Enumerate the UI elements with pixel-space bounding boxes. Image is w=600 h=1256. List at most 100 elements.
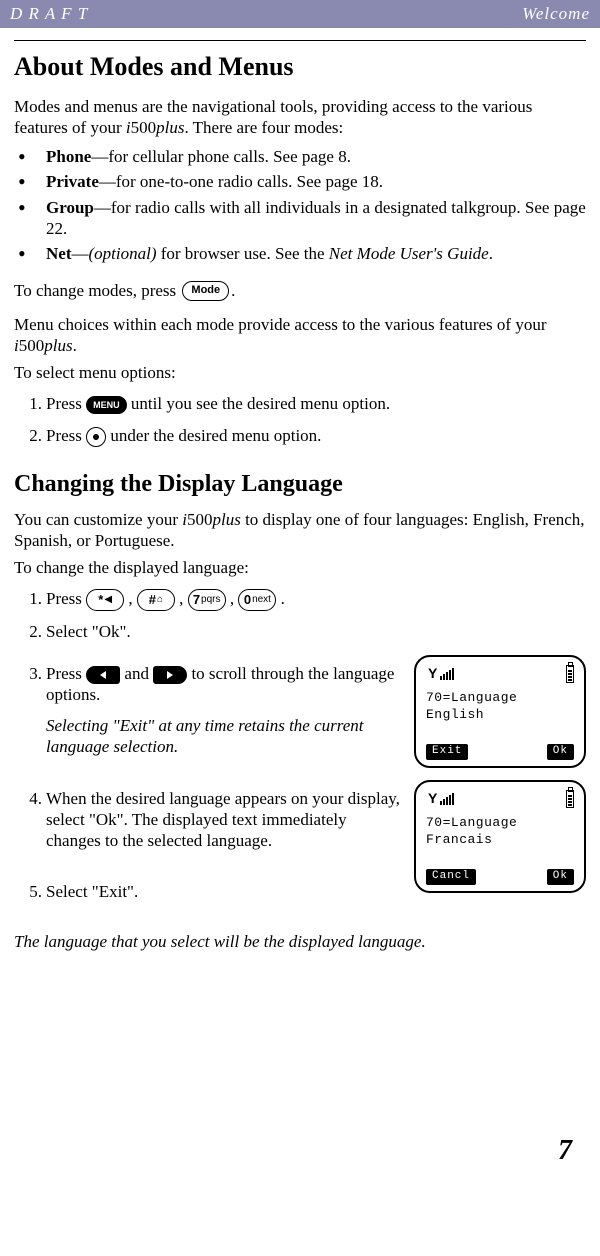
mode-name: Group — [46, 198, 94, 217]
mode-name: Private — [46, 172, 99, 191]
key-sub: ◀ — [104, 594, 112, 607]
dot-button-icon — [86, 427, 106, 447]
mode-button-icon: Mode — [182, 281, 229, 301]
mode-item-net: Net—(optional) for browser use. See the … — [18, 243, 586, 264]
model-num: 500 — [19, 336, 45, 355]
battery-icon — [566, 665, 574, 683]
step-2: 2. Press under the desired menu option. — [26, 425, 586, 447]
battery-icon — [566, 790, 574, 808]
header-rule — [14, 40, 586, 41]
text: Press — [46, 589, 86, 608]
softkey-cancl: Cancl — [426, 869, 476, 885]
hash-key-icon: #⌂ — [137, 589, 175, 611]
page-number: 7 — [558, 1133, 572, 1168]
mode-desc-a: for browser use. See the — [156, 244, 328, 263]
softkey-ok: Ok — [547, 744, 574, 760]
lang-step-1: 1. Press *◀ , #⌂ , 7pqrs , 0next . — [26, 588, 586, 611]
text: , — [128, 589, 137, 608]
mode-name: Phone — [46, 147, 91, 166]
menu-button-icon: MENU — [86, 396, 127, 414]
key-main: * — [98, 592, 103, 608]
outro-note: The language that you select will be the… — [14, 931, 586, 952]
language-steps: 1. Press *◀ , #⌂ , 7pqrs , 0next . 2. Se… — [26, 588, 586, 642]
step-number: 2. — [16, 621, 42, 642]
language-intro: You can customize your i500plus to displ… — [14, 509, 586, 552]
step-number: 2. — [16, 425, 42, 446]
intro-end: . There are four modes: — [184, 118, 343, 137]
softkey-exit: Exit — [426, 744, 468, 760]
section-title-language: Changing the Display Language — [14, 469, 586, 499]
screen-line-1: 70=Language — [426, 689, 574, 707]
modes-list: Phone—for cellular phone calls. See page… — [18, 146, 586, 264]
text: until you see the desired menu option. — [131, 394, 390, 413]
exit-note: Selecting "Exit" at any time retains the… — [46, 715, 404, 758]
mode-item-private: Private—for one-to-one radio calls. See … — [18, 171, 586, 192]
star-key-icon: *◀ — [86, 589, 124, 611]
text: . — [281, 589, 285, 608]
softkey-ok: Ok — [547, 869, 574, 885]
select-steps: 1. Press MENU until you see the desired … — [26, 393, 586, 446]
footer: 7 — [14, 958, 586, 1178]
text: When the desired language appears on you… — [46, 789, 400, 851]
key-main: 7 — [193, 592, 200, 608]
triangle-left-icon — [100, 671, 106, 679]
lang-step-3: 3. Press and to scroll through the langu… — [26, 663, 404, 706]
mode-item-phone: Phone—for cellular phone calls. See page… — [18, 146, 586, 167]
lang-step-4: 4. When the desired language appears on … — [26, 788, 404, 852]
intro-paragraph: Modes and menus are the navigational too… — [14, 96, 586, 139]
step-number: 5. — [16, 881, 42, 902]
key-sub: ⌂ — [157, 594, 163, 607]
text: Press — [46, 426, 86, 445]
menu-choices-paragraph: Menu choices within each mode provide ac… — [14, 314, 586, 357]
draft-label: D R A F T — [10, 3, 88, 24]
phone-screen-francais: Y 70=Language Francais Cancl Ok — [414, 780, 586, 893]
phone-screen-english: Y 70=Language English Exit Ok — [414, 655, 586, 768]
mode-desc: —for radio calls with all individuals in… — [46, 198, 586, 238]
step-number: 1. — [16, 393, 42, 414]
text: Press — [46, 664, 86, 683]
period: . — [489, 244, 493, 263]
seven-key-icon: 7pqrs — [188, 589, 226, 611]
text: under the desired menu option. — [110, 426, 321, 445]
to-select-label: To select menu options: — [14, 362, 586, 383]
optional-label: (optional) — [88, 244, 156, 263]
step-number: 1. — [16, 588, 42, 609]
text: , — [230, 589, 239, 608]
step3-row: 3. Press and to scroll through the langu… — [26, 653, 586, 768]
plus-italic: plus — [44, 336, 72, 355]
signal-icon: Y — [426, 665, 456, 681]
mode-name: Net — [46, 244, 71, 263]
text: To change modes, press — [14, 280, 180, 301]
key-main: # — [149, 592, 156, 608]
text: . — [231, 280, 235, 301]
net-guide-title: Net Mode User's Guide — [329, 244, 489, 263]
text: . — [73, 336, 77, 355]
triangle-right-icon — [167, 671, 173, 679]
page-content: About Modes and Menus Modes and menus ar… — [0, 28, 600, 1178]
mode-desc: —for one-to-one radio calls. See page 18… — [99, 172, 383, 191]
screen-line-1: 70=Language — [426, 814, 574, 832]
scroll-right-icon — [153, 666, 187, 684]
signal-icon: Y — [426, 790, 456, 806]
model-num: 500 — [187, 510, 213, 529]
text: Menu choices within each mode provide ac… — [14, 315, 547, 334]
dash: — — [71, 244, 88, 263]
key-sub: pqrs — [201, 594, 220, 607]
text: and — [124, 664, 153, 683]
key-sub: next — [252, 594, 271, 607]
lang-step-2: 2. Select "Ok". — [26, 621, 586, 642]
text: Select "Ok". — [46, 622, 131, 641]
lang-step-5: 5. Select "Exit". — [26, 881, 404, 902]
text: , — [179, 589, 188, 608]
mode-item-group: Group—for radio calls with all individua… — [18, 197, 586, 240]
text: Select "Exit". — [46, 882, 138, 901]
screen-line-2: English — [426, 706, 574, 724]
step-number: 4. — [16, 788, 42, 809]
screen-line-2: Francais — [426, 831, 574, 849]
change-modes-line: To change modes, press Mode . — [14, 280, 586, 301]
plus-italic: plus — [212, 510, 240, 529]
mode-desc: —for cellular phone calls. See page 8. — [91, 147, 351, 166]
scroll-left-icon — [86, 666, 120, 684]
key-main: 0 — [244, 592, 251, 608]
zero-key-icon: 0next — [238, 589, 276, 611]
